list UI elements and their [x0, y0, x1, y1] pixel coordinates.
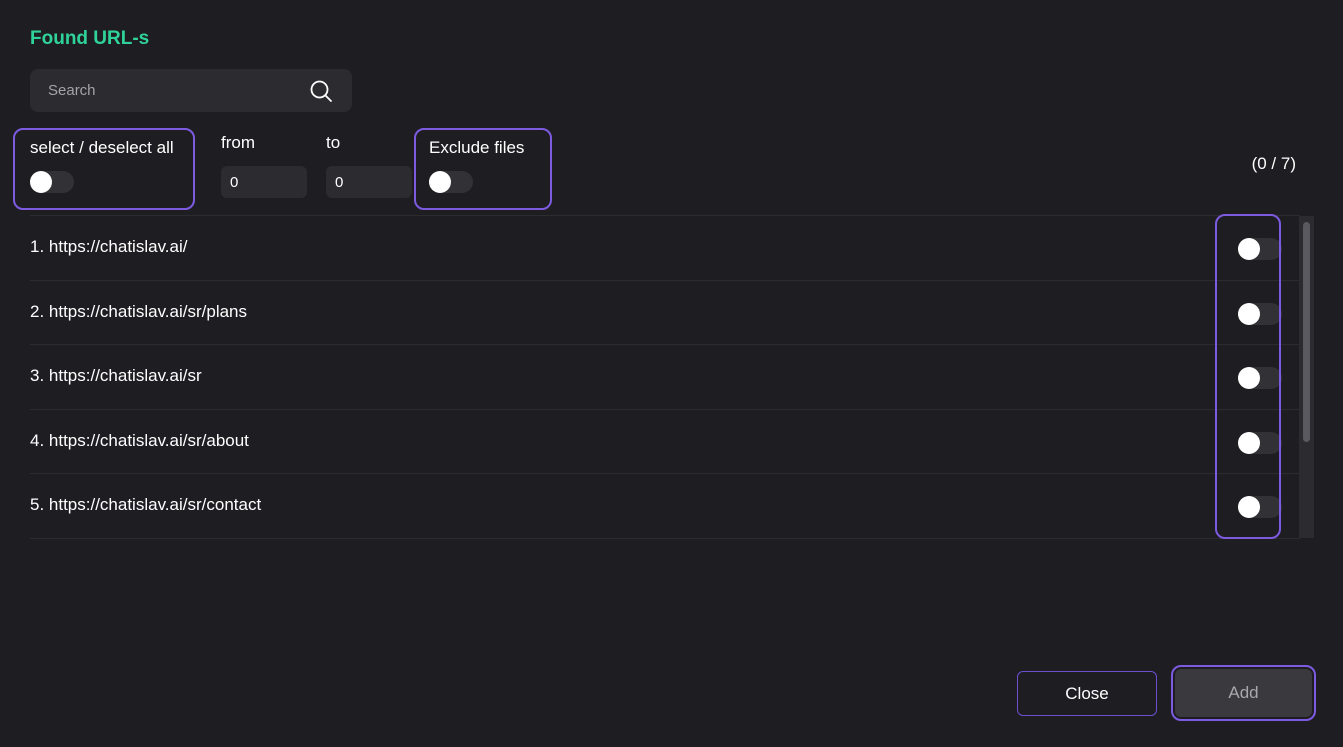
url-row: 1. https://chatislav.ai/: [30, 216, 1300, 281]
exclude-files-toggle[interactable]: [429, 171, 473, 193]
url-row: 3. https://chatislav.ai/sr: [30, 345, 1300, 410]
to-input[interactable]: [326, 166, 412, 198]
url-row: 2. https://chatislav.ai/sr/plans: [30, 281, 1300, 345]
toggle-knob: [429, 171, 451, 193]
list-scrollbar[interactable]: [1299, 216, 1314, 538]
add-button[interactable]: Add: [1175, 669, 1312, 717]
url-label: 4. https://chatislav.ai/sr/about: [30, 430, 249, 450]
from-input[interactable]: [221, 166, 307, 198]
dialog-title: Found URL-s: [30, 28, 150, 49]
search-box: [30, 69, 352, 112]
url-label: 3. https://chatislav.ai/sr: [30, 366, 202, 385]
url-label: 1. https://chatislav.ai/: [30, 237, 188, 256]
url-toggles-highlight: [1215, 214, 1281, 539]
to-label: to: [326, 133, 341, 152]
exclude-files-label: Exclude files: [429, 138, 525, 157]
selection-counter: (0 / 7): [1251, 154, 1296, 173]
search-icon[interactable]: [309, 79, 333, 103]
url-list: 1. https://chatislav.ai/ 2. https://chat…: [30, 215, 1300, 539]
scrollbar-thumb[interactable]: [1303, 222, 1310, 442]
search-input[interactable]: [30, 69, 300, 112]
select-all-toggle[interactable]: [30, 171, 74, 193]
select-all-label: select / deselect all: [30, 138, 174, 157]
close-button[interactable]: Close: [1017, 671, 1157, 716]
toggle-knob: [30, 171, 52, 193]
from-label: from: [221, 133, 255, 152]
url-label: 5. https://chatislav.ai/sr/contact: [30, 495, 262, 514]
url-row: 4. https://chatislav.ai/sr/about: [30, 410, 1300, 474]
url-label: 2. https://chatislav.ai/sr/plans: [30, 301, 248, 321]
found-urls-dialog: Found URL-s select / deselect all from t…: [0, 0, 1343, 747]
url-row: 5. https://chatislav.ai/sr/contact: [30, 474, 1300, 539]
